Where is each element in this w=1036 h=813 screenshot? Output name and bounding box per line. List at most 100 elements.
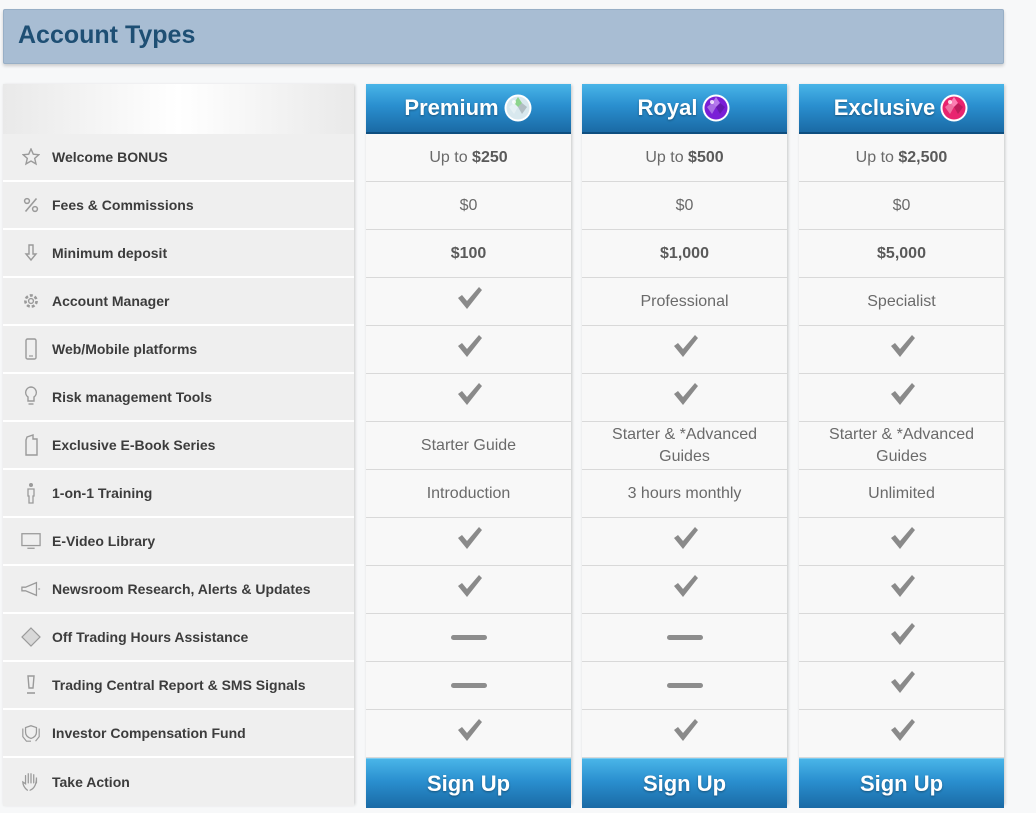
plan-column-royal: Royal Up to $500 $0 $1,000 Professional Start… [582,84,787,808]
checkmark-icon [455,285,483,318]
feature-label: E-Video Library [52,533,156,549]
web-mobile-cell [366,326,571,374]
checkmark-icon [888,621,916,654]
sign-up-button-royal[interactable]: Sign Up [582,758,787,808]
hand-icon [21,771,41,793]
feature-row: Take Action [3,758,354,806]
checkmark-icon [671,573,699,606]
account-manager-cell: Specialist [799,278,1004,326]
feature-label: Risk management Tools [52,389,213,405]
shield-hand-icon [21,722,41,744]
bonus-amount: $250 [472,148,508,166]
account-manager-value: Specialist [867,292,936,310]
dash-icon [450,635,487,640]
monitor-icon [21,530,41,552]
risk-tools-cell [799,374,1004,422]
min-deposit-value: $5,000 [877,244,926,262]
investor-fund-cell [582,710,787,758]
gem-icon [504,94,532,122]
newsroom-cell [366,566,571,614]
sign-up-button-exclusive[interactable]: Sign Up [799,758,1004,808]
ebook-cell: Starter Guide [366,422,571,470]
checkmark-icon [455,717,483,750]
page-header: Account Types [3,9,1004,64]
off-hours-cell [582,614,787,662]
megaphone-icon [21,578,41,600]
min-deposit-cell: $5,000 [799,230,1004,278]
training-value: 3 hours monthly [627,484,742,502]
web-mobile-cell [799,326,1004,374]
newsroom-cell [799,566,1004,614]
plan-header-exclusive: Exclusive [799,84,1004,134]
star-icon [21,146,41,168]
feature-row: Welcome BONUS [3,134,354,182]
arrow-down-icon [21,242,41,264]
feature-label: 1-on-1 Training [52,485,153,501]
feature-row: Newsroom Research, Alerts & Updates [3,566,354,614]
video-library-cell [366,518,571,566]
fees-cell: $0 [799,182,1004,230]
investor-fund-cell [366,710,571,758]
features-column: Welcome BONUS Fees & Commissions Minimum d… [3,84,354,806]
min-deposit-value: $1,000 [660,244,709,262]
sign-up-button-premium[interactable]: Sign Up [366,758,571,808]
fees-cell: $0 [366,182,571,230]
checkmark-icon [455,333,483,366]
risk-tools-cell [366,374,571,422]
diamond-icon [21,626,41,648]
checkmark-icon [455,525,483,558]
plan-column-premium: Premium Up to $250 $0 $100 Starter Guide Intr… [366,84,571,808]
feature-row: Trading Central Report & SMS Signals [3,662,354,710]
ebook-cell: Starter & *Advanced Guides [582,422,787,470]
trading-central-cell [799,662,1004,710]
checkmark-icon [671,717,699,750]
features-header [3,84,354,134]
checkmark-icon [888,717,916,750]
feature-row: Account Manager [3,278,354,326]
account-manager-cell [366,278,571,326]
checkmark-icon [455,381,483,414]
feature-label: Web/Mobile platforms [52,341,198,357]
dash-icon [666,635,703,640]
plan-name: Royal [637,95,698,120]
bonus-cell: Up to $250 [366,134,571,182]
account-manager-cell: Professional [582,278,787,326]
min-deposit-cell: $1,000 [582,230,787,278]
bonus-cell: Up to $500 [582,134,787,182]
feature-row: Web/Mobile platforms [3,326,354,374]
page-title: Account Types [18,21,196,49]
feature-label: Take Action [52,774,130,790]
feature-label: Newsroom Research, Alerts & Updates [52,581,311,597]
checkmark-icon [888,381,916,414]
mobile-icon [21,338,41,360]
feature-label: Fees & Commissions [52,197,194,213]
gem-icon [940,94,968,122]
plan-name: Premium [404,95,499,120]
feature-label: Minimum deposit [52,245,168,261]
feature-label: Exclusive E-Book Series [52,437,216,453]
checkmark-icon [888,669,916,702]
plan-name: Exclusive [833,95,936,120]
gear-icon [21,290,41,312]
dash-icon [666,683,703,688]
web-mobile-cell [582,326,787,374]
checkmark-icon [671,333,699,366]
training-cell: Unlimited [799,470,1004,518]
trading-central-cell [366,662,571,710]
lightbulb-icon [21,386,41,408]
feature-label: Account Manager [52,293,170,309]
min-deposit-value: $100 [450,244,487,262]
training-value: Introduction [426,484,511,502]
bonus-amount: $2,500 [898,148,948,166]
feature-row: Minimum deposit [3,230,354,278]
dash-icon [450,683,487,688]
checkmark-icon [455,573,483,606]
checkmark-icon [888,525,916,558]
ebook-value: Starter Guide [420,436,517,454]
fees-cell: $0 [582,182,787,230]
gem-icon [702,94,730,122]
off-hours-cell [366,614,571,662]
checkmark-icon [888,333,916,366]
feature-row: Risk management Tools [3,374,354,422]
bonus-prefix: Up to [429,148,468,166]
